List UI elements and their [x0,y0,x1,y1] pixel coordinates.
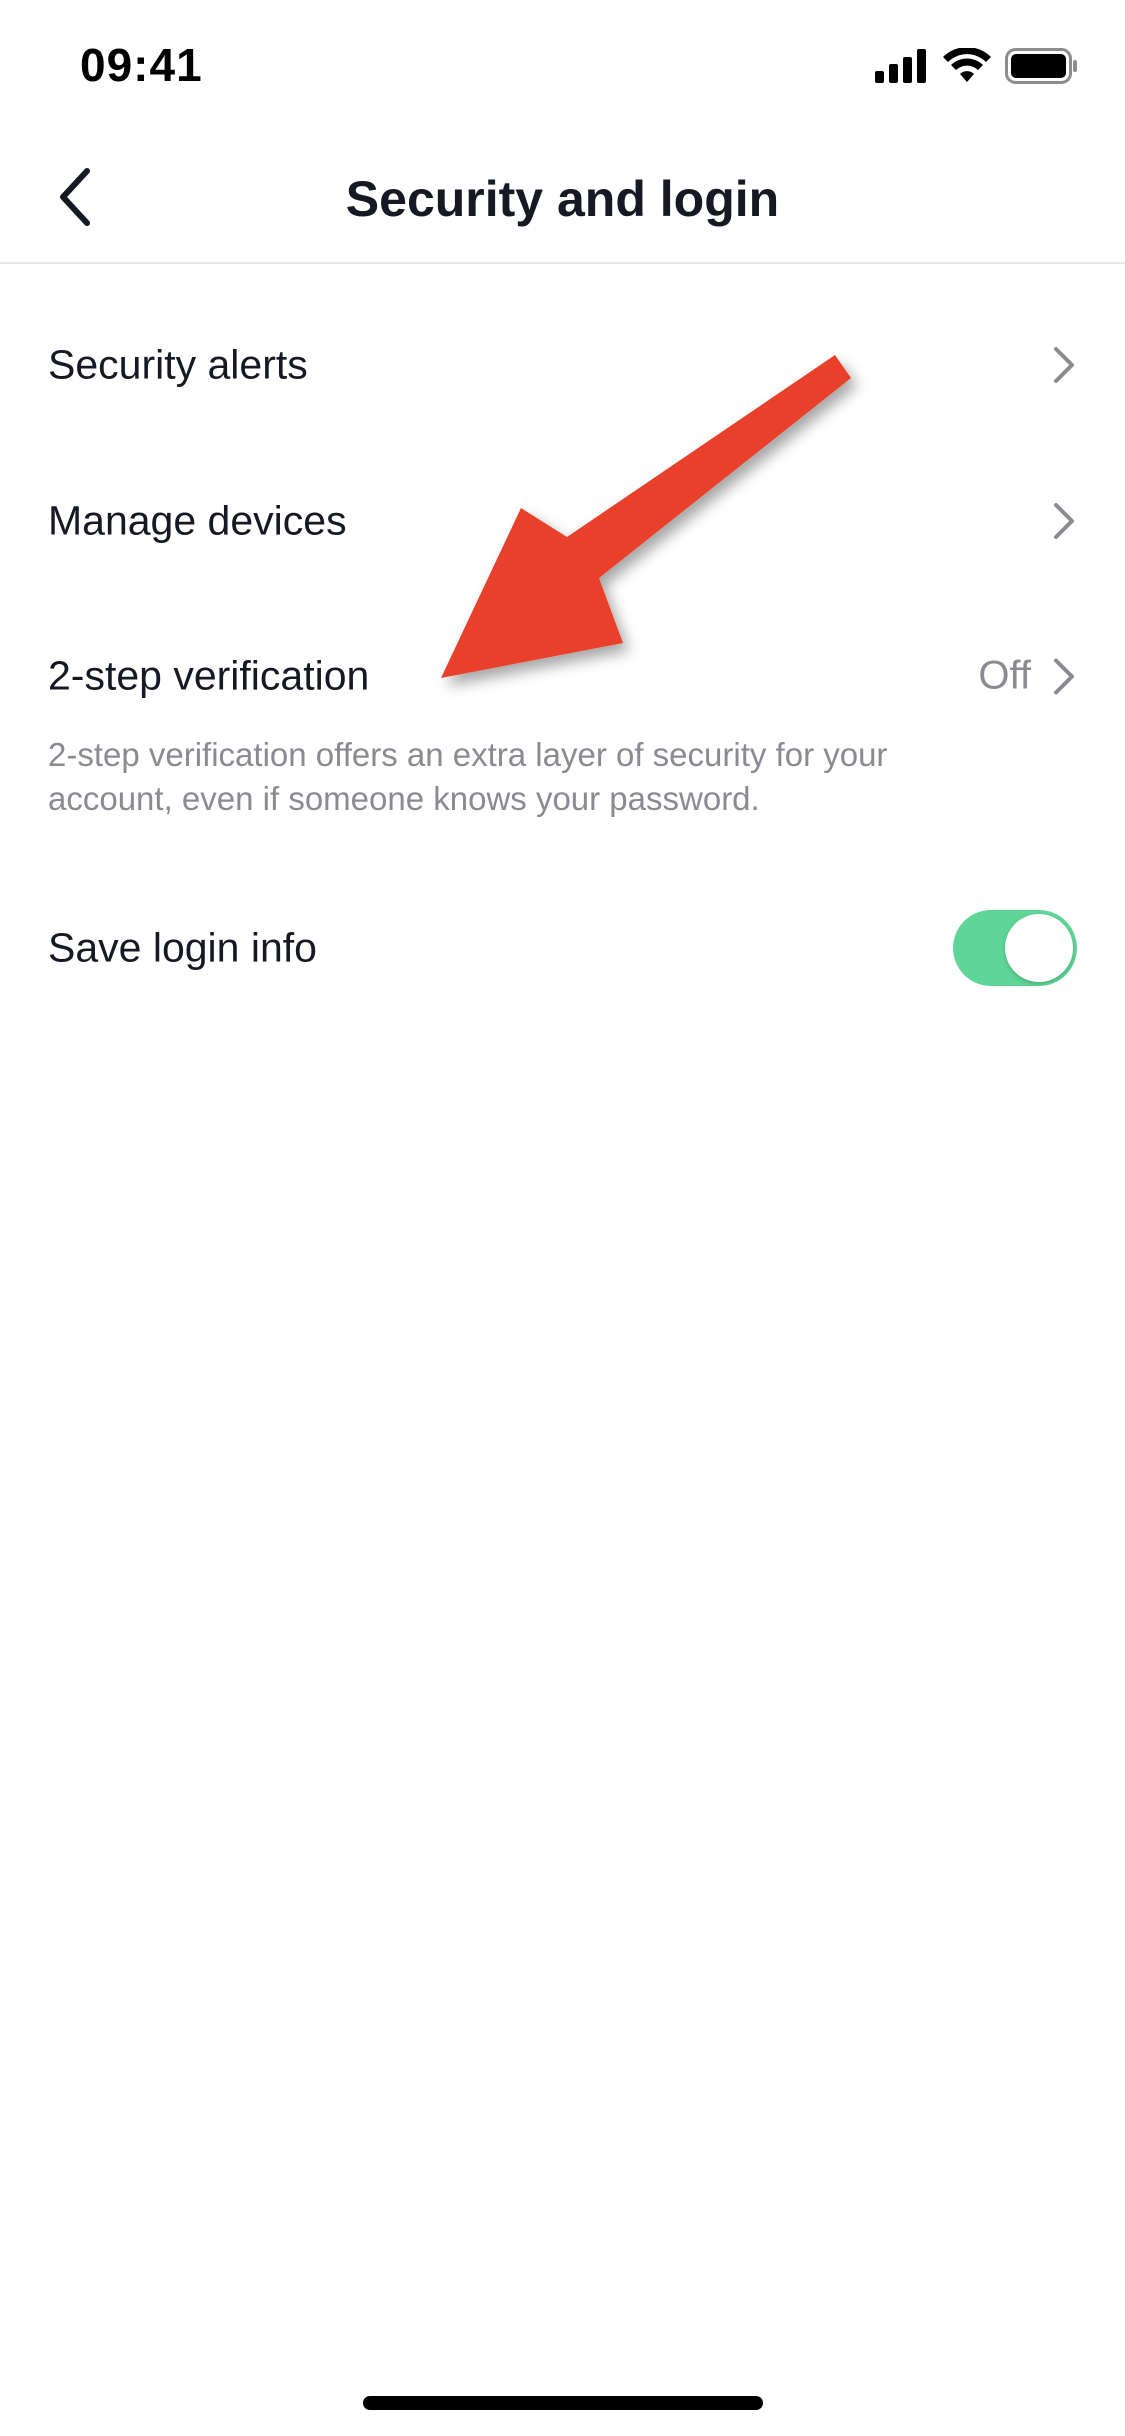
status-time: 09:41 [80,39,203,91]
nav-header: Security and login [0,132,1125,264]
security-alerts-label: Security alerts [48,341,308,388]
two-step-verification-row[interactable]: 2-step verification Off [0,601,1125,751]
chevron-right-icon [1054,503,1074,539]
save-login-label: Save login info [48,924,317,971]
home-indicator [363,2396,763,2410]
row-right [1051,501,1077,541]
manage-devices-row[interactable]: Manage devices [0,446,1125,596]
wifi-icon [943,48,991,82]
status-icons [875,48,1079,84]
row-right: Off [978,654,1077,699]
security-alerts-row[interactable]: Security alerts [0,290,1125,440]
toggle-knob [1005,914,1073,982]
chevron-right-icon [1054,347,1074,383]
battery-icon [1005,48,1077,84]
status-bar: 09:41 [0,0,1125,132]
row-right [1051,345,1077,385]
two-step-help-text: 2-step verification offers an extra laye… [48,736,888,817]
chevron-right-icon [1054,658,1074,694]
two-step-status-value: Off [978,653,1031,698]
manage-devices-label: Manage devices [48,497,347,544]
save-login-row: Save login info [0,873,1125,1023]
two-step-verification-label: 2-step verification [48,652,370,699]
row-right [953,910,1077,986]
cellular-signal-icon [875,49,926,83]
save-login-toggle[interactable] [953,910,1077,986]
page-title: Security and login [345,171,780,227]
